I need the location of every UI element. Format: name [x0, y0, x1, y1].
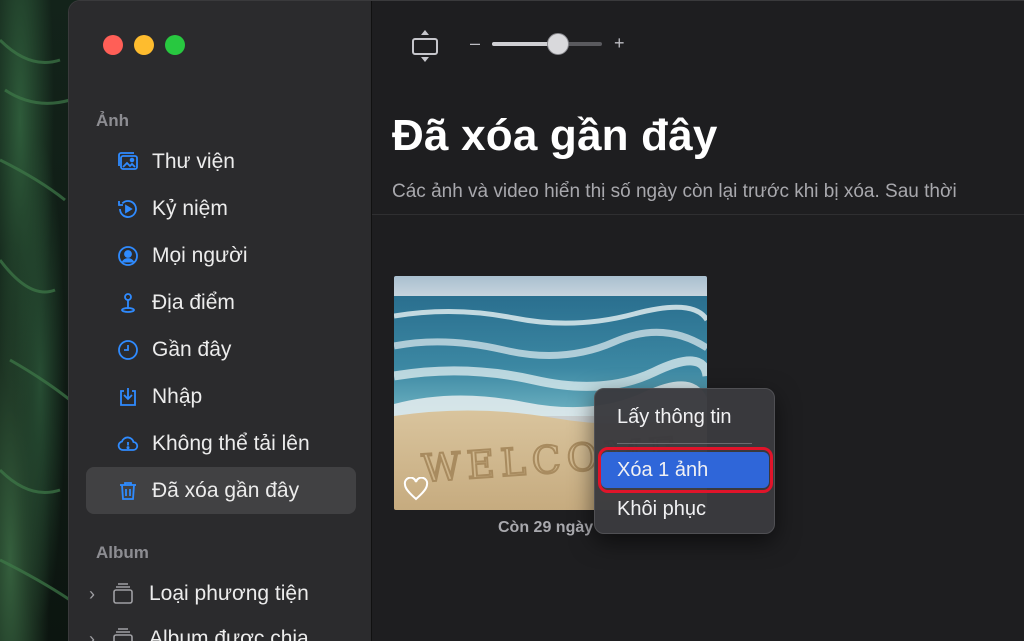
sidebar-item-label: Nhập	[152, 384, 203, 408]
sidebar-item-label: Đã xóa gần đây	[152, 478, 300, 502]
highlight-annotation	[598, 447, 773, 493]
album-stack-icon	[111, 627, 141, 641]
section-title-photos: Ảnh	[96, 111, 130, 130]
sidebar-item-recents[interactable]: Gần đây	[86, 326, 356, 373]
photos-window: Ảnh Thư viện Kỷ niệm Mọi người Địa điểm …	[68, 0, 1024, 641]
menu-item-get-info[interactable]: Lấy thông tin	[601, 399, 769, 435]
chevron-right-icon[interactable]: ›	[89, 584, 111, 605]
sidebar-item-library[interactable]: Thư viện	[86, 138, 356, 185]
sidebar-item-label: Kỷ niệm	[152, 196, 228, 220]
album-group-shared[interactable]: › Album được chia	[89, 619, 359, 641]
album-stack-icon	[111, 582, 141, 606]
aspect-ratio-toggle-icon[interactable]	[410, 29, 440, 63]
cloud-alert-icon	[114, 430, 142, 458]
sidebar-item-people[interactable]: Mọi người	[86, 232, 356, 279]
trash-icon	[114, 477, 142, 505]
sidebar-item-import[interactable]: Nhập	[86, 373, 356, 420]
clock-icon	[114, 336, 142, 364]
section-title-albums: Album	[96, 543, 149, 562]
sidebar-item-label: Thư viện	[152, 149, 235, 173]
minimize-button[interactable]	[134, 35, 154, 55]
zoom-control: – +	[470, 32, 625, 55]
header-divider	[372, 214, 1024, 215]
favorite-heart-icon[interactable]	[403, 477, 429, 501]
sidebar-item-recently-deleted[interactable]: Đã xóa gần đây	[86, 467, 356, 514]
sidebar-item-memories[interactable]: Kỷ niệm	[86, 185, 356, 232]
menu-item-recover[interactable]: Khôi phục	[601, 491, 769, 527]
page-title: Đã xóa gần đây	[392, 111, 718, 160]
import-icon	[114, 383, 142, 411]
days-remaining-label: Còn 29 ngày	[498, 519, 594, 536]
main-content: – + Đã xóa gần đây Các ảnh và video hiển…	[372, 1, 1024, 641]
album-group-media-types[interactable]: › Loại phương tiện	[89, 574, 359, 614]
memories-icon	[114, 195, 142, 223]
sidebar-item-label: Mọi người	[152, 243, 248, 267]
sidebar-item-label: Địa điểm	[152, 290, 235, 314]
photo-library-icon	[114, 148, 142, 176]
close-button[interactable]	[103, 35, 123, 55]
album-group-label: Album được chia	[149, 627, 309, 641]
sidebar-item-unable-to-upload[interactable]: Không thể tải lên	[86, 420, 356, 467]
zoom-slider-knob[interactable]	[546, 32, 569, 55]
window-controls	[103, 35, 185, 55]
zoom-window-button[interactable]	[165, 35, 185, 55]
chevron-right-icon[interactable]: ›	[89, 629, 111, 641]
sidebar-item-label: Gần đây	[152, 337, 232, 361]
zoom-out-button[interactable]: –	[470, 33, 480, 54]
places-pin-icon	[114, 289, 142, 317]
album-group-label: Loại phương tiện	[149, 582, 309, 605]
sidebar-item-places[interactable]: Địa điểm	[86, 279, 356, 326]
context-menu: Lấy thông tin Xóa 1 ảnh Khôi phục	[594, 388, 775, 534]
page-subtitle: Các ảnh và video hiển thị số ngày còn lạ…	[392, 181, 957, 202]
sidebar-item-label: Không thể tải lên	[152, 431, 310, 455]
zoom-in-button[interactable]: +	[614, 33, 625, 54]
sidebar-nav: Thư viện Kỷ niệm Mọi người Địa điểm Gần …	[86, 138, 356, 514]
zoom-slider[interactable]	[492, 32, 603, 55]
menu-separator	[617, 443, 752, 444]
people-icon	[114, 242, 142, 270]
sidebar: Ảnh Thư viện Kỷ niệm Mọi người Địa điểm …	[69, 1, 372, 641]
